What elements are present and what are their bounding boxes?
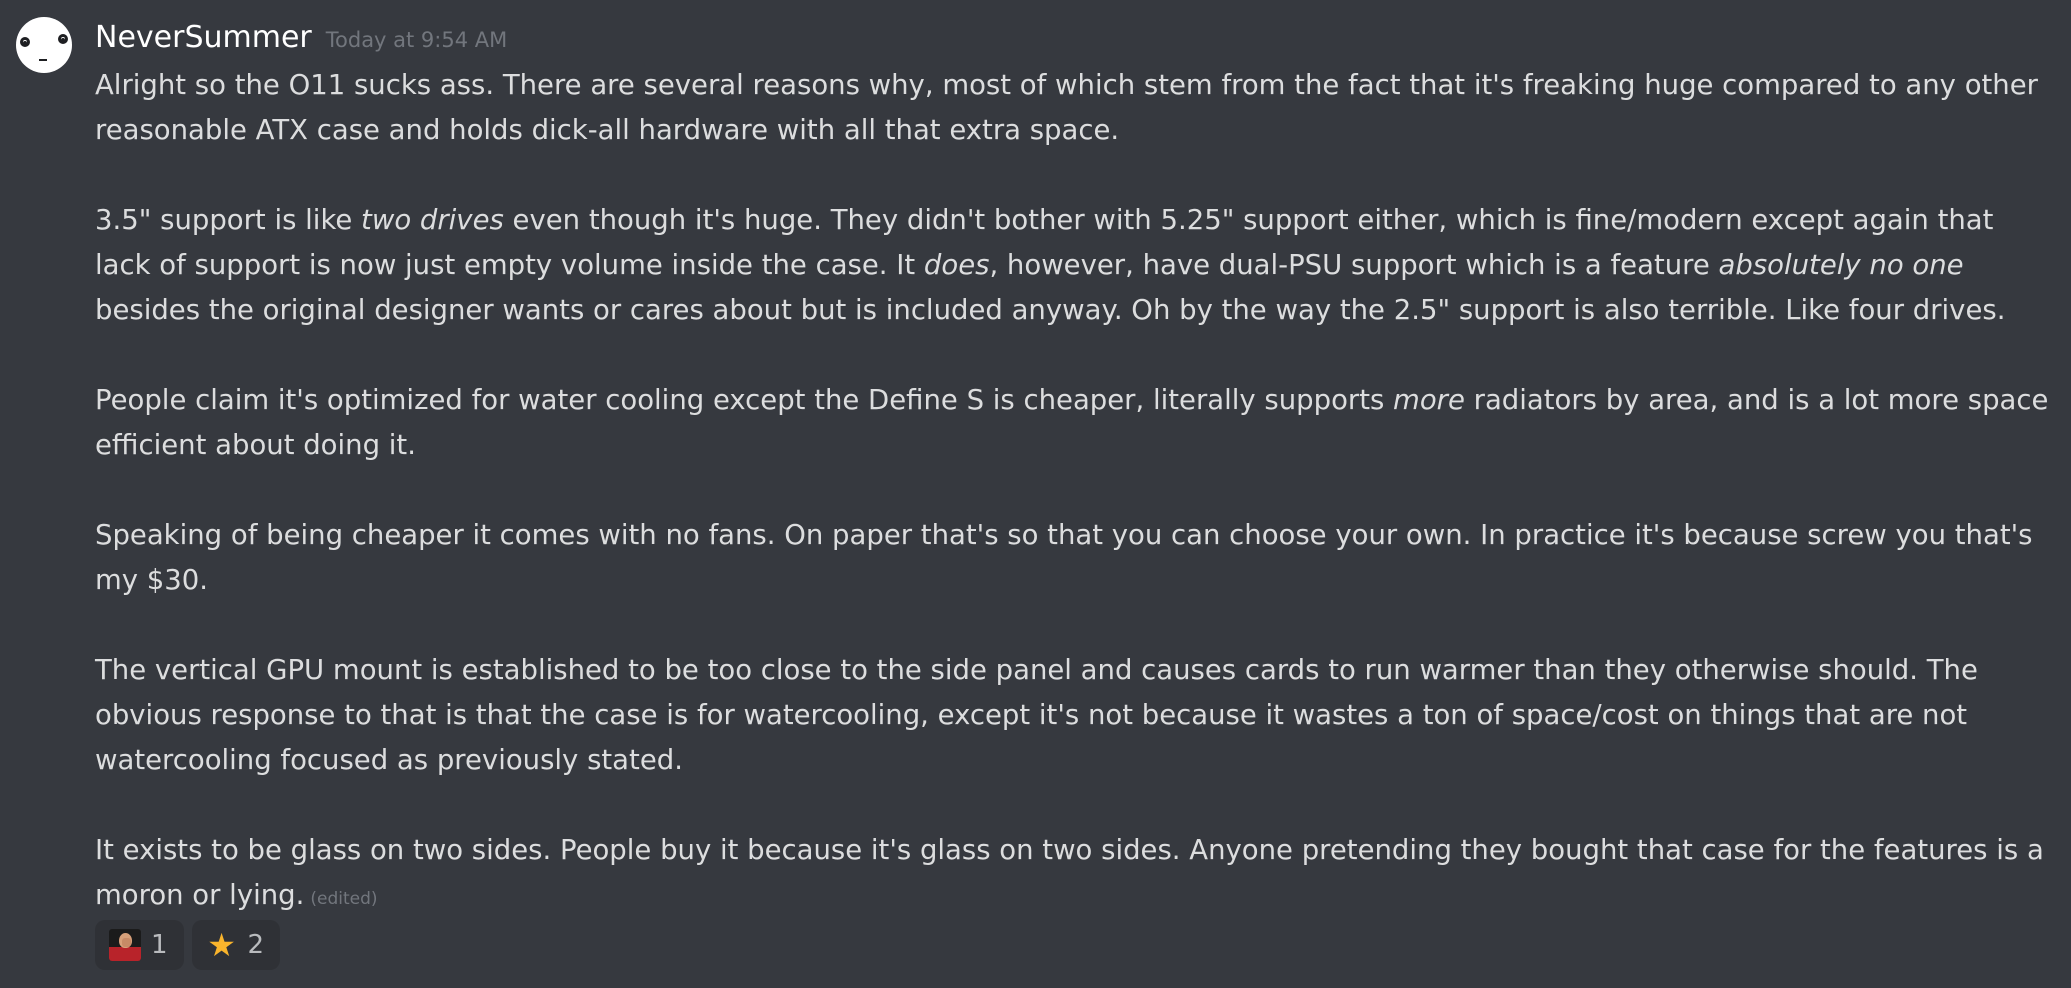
edited-label: (edited)	[310, 889, 378, 909]
text-segment: 3.5" support is like	[95, 204, 362, 236]
text-segment: People claim it's optimized for water co…	[95, 384, 1394, 416]
message-content: Alright so the O11 sucks ass. There are …	[95, 63, 2055, 922]
text-segment: Speaking of being cheaper it comes with …	[95, 519, 2033, 596]
italic-text: more	[1393, 384, 1465, 416]
text-segment: Alright so the O11 sucks ass. There are …	[95, 69, 2038, 146]
message-paragraph: Alright so the O11 sucks ass. There are …	[95, 63, 2055, 153]
avatar-mouth	[39, 59, 47, 61]
text-segment: It exists to be glass on two sides. Peop…	[95, 834, 2044, 911]
message-timestamp: Today at 9:54 AM	[325, 28, 508, 52]
star-icon: ★	[207, 926, 236, 964]
message-paragraph: It exists to be glass on two sides. Peop…	[95, 828, 2055, 922]
reaction-picard-facepalm[interactable]: 1	[95, 920, 184, 970]
user-avatar[interactable]	[16, 17, 72, 73]
message-paragraph: Speaking of being cheaper it comes with …	[95, 513, 2055, 603]
message-header: NeverSummer Today at 9:54 AM	[95, 20, 507, 60]
message-paragraph: People claim it's optimized for water co…	[95, 378, 2055, 468]
avatar-left-eye	[20, 37, 30, 47]
reactions-bar: 1 ★ 2	[95, 920, 281, 970]
reaction-star[interactable]: ★ 2	[191, 920, 281, 970]
reaction-count: 1	[151, 930, 168, 960]
message-paragraph: The vertical GPU mount is established to…	[95, 648, 2055, 783]
italic-text: does	[923, 249, 990, 281]
italic-text: absolutely no one	[1718, 249, 1964, 281]
text-segment: besides the original designer wants or c…	[95, 294, 2006, 326]
avatar-right-eye	[58, 34, 68, 44]
text-segment: , however, have dual-PSU support which i…	[989, 249, 1719, 281]
picard-facepalm-icon	[109, 929, 141, 961]
chat-message: NeverSummer Today at 9:54 AM Alright so t…	[0, 0, 2071, 988]
italic-text: two drives	[361, 204, 504, 236]
text-segment: The vertical GPU mount is established to…	[95, 654, 1978, 776]
username[interactable]: NeverSummer	[95, 20, 312, 55]
reaction-count: 2	[247, 930, 265, 960]
message-paragraph: 3.5" support is like two drives even tho…	[95, 198, 2055, 333]
